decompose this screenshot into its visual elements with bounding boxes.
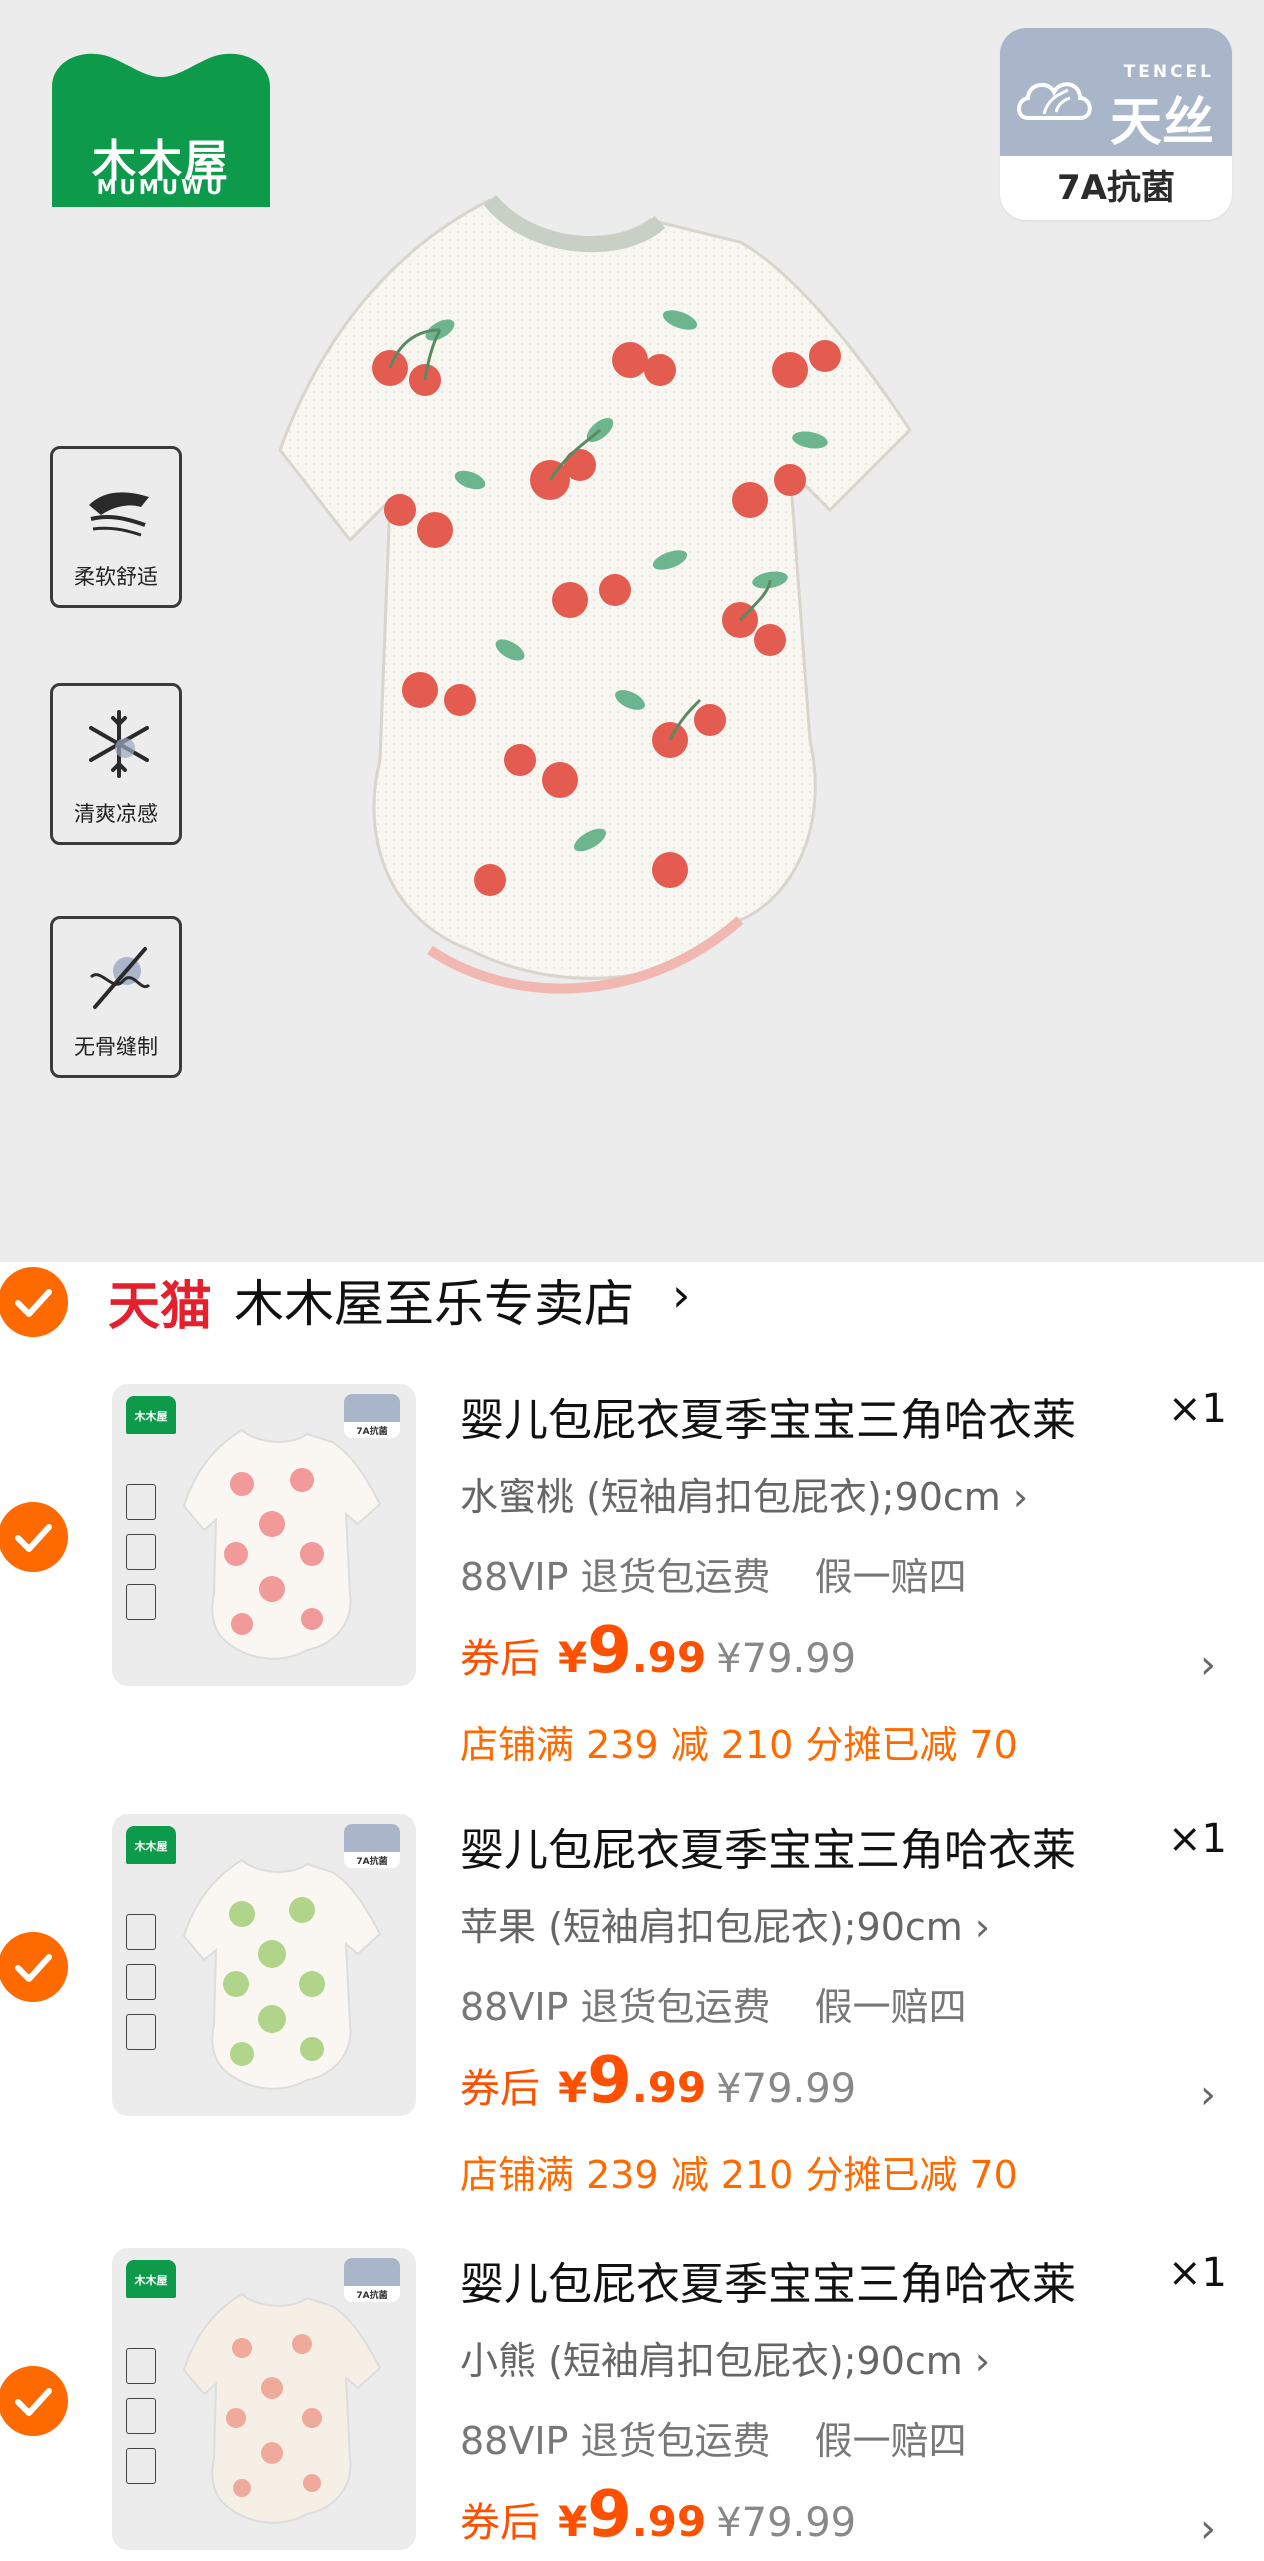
apple-onesie-thumbnail — [182, 1858, 382, 2090]
price: 券后 ¥9.99 ¥79.99 — [460, 1614, 857, 1688]
chevron-right-icon[interactable]: › — [672, 1268, 690, 1322]
service-tags: 88VIP 退货包运费 假一赔四 — [460, 1985, 967, 2029]
feature-seamless: 无骨缝制 — [50, 916, 182, 1078]
feature-icon-mini — [126, 1914, 156, 1950]
brand-latin: MUMUWU — [96, 175, 226, 199]
tencel-chinese: 天丝 — [1109, 93, 1214, 153]
cart-item[interactable]: 木木屋 7A抗菌 婴儿包屁衣夏季宝宝三角哈衣莱 ×1 水蜜桃 (短袖肩扣包屁衣)… — [0, 1384, 1264, 1814]
quantity[interactable]: ×1 — [1168, 1386, 1227, 1432]
variant-selector[interactable]: 水蜜桃 (短袖肩扣包屁衣);90cm › — [460, 1466, 1028, 1521]
cherry-onesie-illustration — [278, 194, 912, 994]
product-thumbnail[interactable]: 木木屋 7A抗菌 — [112, 1384, 416, 1686]
price-decimal: .99 — [631, 2497, 707, 2546]
quantity[interactable]: ×1 — [1168, 1816, 1227, 1862]
item-select-checkbox[interactable] — [0, 1502, 68, 1572]
store-header[interactable]: 天猫 木木屋至乐专卖店 › — [0, 1262, 1264, 1342]
service-tags: 88VIP 退货包运费 假一赔四 — [460, 1555, 967, 1599]
service-tags: 88VIP 退货包运费 假一赔四 — [460, 2419, 967, 2463]
feature-icon-mini — [126, 2398, 156, 2434]
price-decimal: .99 — [631, 1633, 707, 1682]
tencel-badge: TENCEL 天丝 7A抗菌 — [1000, 28, 1232, 220]
variant-selector[interactable]: 苹果 (短袖肩扣包屁衣);90cm › — [460, 1896, 990, 1951]
product-title[interactable]: 婴儿包屁衣夏季宝宝三角哈衣莱 — [460, 2248, 1076, 2312]
original-price: ¥79.99 — [716, 1636, 857, 1682]
bear-onesie-thumbnail — [182, 2292, 382, 2524]
price-integer: 9 — [587, 2478, 632, 2552]
item-select-checkbox[interactable] — [0, 1932, 68, 2002]
feature-cool-label: 清爽凉感 — [74, 802, 158, 826]
quantity[interactable]: ×1 — [1168, 2250, 1227, 2296]
feature-icon-mini — [126, 1484, 156, 1520]
leaf-cloud-icon — [1017, 82, 1092, 120]
price-prefix: 券后 — [460, 2066, 540, 2112]
feature-icon-mini — [126, 2348, 156, 2384]
feature-soft-label: 柔软舒适 — [74, 565, 158, 589]
peach-onesie-thumbnail — [182, 1428, 382, 1660]
promo-text: 店铺满 239 减 210 分摊已减 70 — [460, 2153, 1018, 2197]
feature-icon-mini — [126, 1534, 156, 1570]
product-title[interactable]: 婴儿包屁衣夏季宝宝三角哈衣莱 — [460, 1814, 1076, 1878]
item-select-checkbox[interactable] — [0, 2366, 68, 2436]
original-price: ¥79.99 — [716, 2500, 857, 2546]
promo-text: 店铺满 239 减 210 分摊已减 70 — [460, 1723, 1018, 1767]
product-title[interactable]: 婴儿包屁衣夏季宝宝三角哈衣莱 — [460, 1384, 1076, 1448]
price-prefix: 券后 — [460, 1636, 540, 1682]
feature-soft: 柔软舒适 — [50, 446, 182, 608]
tmall-logo: 天猫 — [108, 1277, 213, 1337]
chevron-right-icon[interactable]: › — [1200, 2506, 1216, 2552]
feature-icon-mini — [126, 2014, 156, 2050]
price: 券后 ¥9.99 ¥79.99 — [460, 2478, 857, 2552]
store-name[interactable]: 木木屋至乐专卖店 — [234, 1264, 634, 1336]
snowflake-icon — [89, 710, 149, 778]
brand-logo: 木木屋 MUMUWU — [52, 47, 270, 208]
price-prefix: 券后 — [460, 2500, 540, 2546]
checkmark-icon — [15, 1954, 52, 1982]
brand-logo-mini: 木木屋 — [126, 1396, 176, 1434]
chevron-right-icon[interactable]: › — [1200, 2072, 1216, 2118]
cart-item[interactable]: 木木屋 7A抗菌 婴儿包屁衣夏季宝宝三角哈衣莱 ×1 小熊 (短袖肩扣包屁衣);… — [0, 2248, 1264, 2561]
original-price: ¥79.99 — [716, 2066, 857, 2112]
product-thumbnail[interactable]: 木木屋 7A抗菌 — [112, 2248, 416, 2550]
feature-icon-mini — [126, 1964, 156, 2000]
brand-logo-mini: 木木屋 — [126, 1826, 176, 1864]
currency-symbol: ¥ — [558, 2063, 588, 2112]
price: 券后 ¥9.99 ¥79.99 — [460, 2044, 857, 2118]
currency-symbol: ¥ — [558, 2497, 588, 2546]
cart-item[interactable]: 木木屋 7A抗菌 婴儿包屁衣夏季宝宝三角哈衣莱 ×1 苹果 (短袖肩扣包屁衣);… — [0, 1814, 1264, 2244]
price-integer: 9 — [587, 1614, 632, 1688]
feature-cool: 清爽凉感 — [50, 683, 182, 845]
product-hero-image: 木木屋 MUMUWU TENCEL 天丝 7A抗菌 柔软舒适 清爽凉感 无骨缝制 — [0, 0, 1264, 1262]
variant-selector[interactable]: 小熊 (短袖肩扣包屁衣);90cm › — [460, 2330, 990, 2385]
feature-icon-mini — [126, 1584, 156, 1620]
feature-icon-mini — [126, 2448, 156, 2484]
store-select-checkbox[interactable] — [0, 1267, 68, 1337]
currency-symbol: ¥ — [558, 1633, 588, 1682]
needle-icon — [89, 947, 151, 1009]
tencel-label: TENCEL — [1123, 62, 1214, 82]
product-thumbnail[interactable]: 木木屋 7A抗菌 — [112, 1814, 416, 2116]
chevron-right-icon[interactable]: › — [1200, 1642, 1216, 1688]
feature-seamless-label: 无骨缝制 — [74, 1035, 158, 1059]
antibacterial-label: 7A抗菌 — [1057, 168, 1175, 208]
checkmark-icon — [15, 1289, 52, 1317]
checkmark-icon — [15, 2388, 52, 2416]
price-integer: 9 — [587, 2044, 632, 2118]
hand-feather-icon — [89, 492, 149, 537]
checkmark-icon — [15, 1524, 52, 1552]
price-decimal: .99 — [631, 2063, 707, 2112]
brand-logo-mini: 木木屋 — [126, 2260, 176, 2298]
